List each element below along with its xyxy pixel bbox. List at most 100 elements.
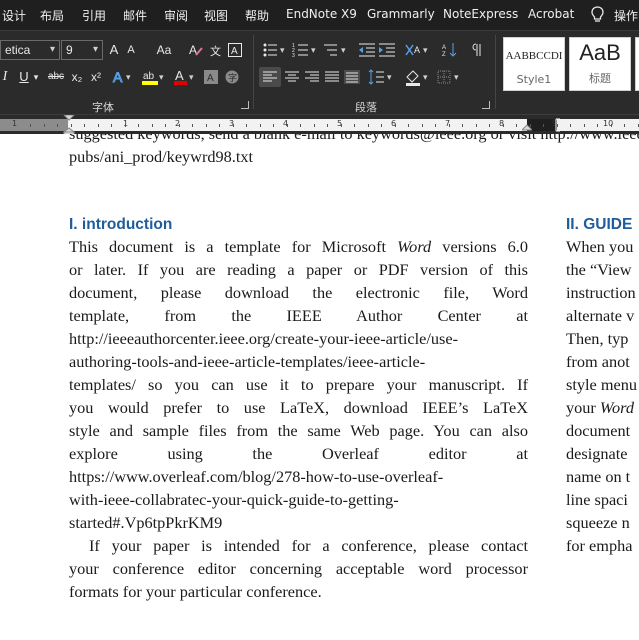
ruler-number: 1 [12,119,18,128]
distributed-icon[interactable] [342,67,362,87]
svg-text:▾: ▾ [280,45,285,55]
paragraph-line: formats for your particular conference. [69,582,322,601]
character-border-icon[interactable]: A [227,40,243,60]
tab-design[interactable]: 设计 [2,7,26,24]
asian-layout-icon[interactable]: A ▾ [404,40,432,60]
svg-text:▾: ▾ [423,45,428,55]
ruler-tick [111,124,112,127]
character-shading-icon[interactable]: A [203,67,219,87]
tab-noteexpress[interactable]: NoteExpress [443,7,518,21]
align-left-icon[interactable] [259,67,281,87]
paragraph-line: document [566,421,631,440]
indent-marker-icon[interactable] [63,115,75,135]
ruler-tick [286,124,288,127]
tab-acrobat[interactable]: Acrobat [528,7,574,21]
svg-text:A: A [414,45,420,55]
tab-grammarly[interactable]: Grammarly [367,7,435,21]
font-dialog-launcher-icon[interactable] [241,101,249,109]
ruler-tick [259,124,261,127]
style-style1[interactable]: AABBCCDI Style1 [503,37,565,91]
align-center-icon[interactable] [282,67,302,87]
borders-icon[interactable]: ▾ [436,67,464,87]
ruler-tick [637,124,639,127]
tab-layout[interactable]: 布局 [40,7,64,24]
subscript-button[interactable]: x₂ [68,67,86,87]
font-color-icon[interactable]: A ▾ [172,67,198,87]
chevron-down-icon: ▾ [92,44,98,55]
document-page[interactable]: suggested keywords, send a blank e-mail … [0,134,639,640]
paragraph-line: suggested keywords, send a blank e-mail … [69,134,639,145]
style-sample: AaB [579,40,621,65]
chevron-down-icon: ▾ [49,44,55,55]
underline-dropdown-icon[interactable]: ▾ [31,67,41,87]
ruler-tick [165,124,166,127]
paragraph-line: from anot [566,352,630,371]
paragraph-line: If your paper is intended for a conferen… [89,536,528,555]
line-spacing-icon[interactable]: ▾ [368,67,396,87]
paragraph-line: you would prefer to use LaTeX, download … [69,398,528,417]
font-size-select[interactable]: 9 ▾ [61,40,103,60]
bullets-icon[interactable]: ▾ [262,40,288,60]
paragraph-line: https://www.overleaf.com/blog/278-how-to… [69,467,444,486]
style-heading[interactable]: AaB 标题 [569,37,631,91]
ruler-tick [219,124,220,127]
paragraph-line: squeeze n [566,513,630,532]
ruler-tick [543,124,544,127]
paragraph-line: style menu [566,375,637,394]
paragraph-line: authoring-tools-and-ieee-article-templat… [69,352,426,371]
tab-endnote[interactable]: EndNote X9 [286,7,357,21]
svg-text:▾: ▾ [311,45,316,55]
show-marks-icon[interactable] [468,40,486,60]
column-marker-icon[interactable] [555,118,563,132]
tab-review[interactable]: 审阅 [164,7,188,24]
tab-view[interactable]: 视图 [204,7,228,24]
strikethrough-button[interactable]: abc [45,67,67,87]
change-case-button[interactable]: Aa [150,40,178,60]
tab-help[interactable]: 帮助 [245,7,269,24]
horizontal-ruler[interactable]: 1 1 2 3 4 5 6 7 8 9 10 [0,114,639,135]
tab-references[interactable]: 引用 [82,7,106,24]
clear-formatting-icon[interactable]: A [187,40,205,60]
numbering-icon[interactable]: 1 2 3 ▾ [292,40,320,60]
superscript-button[interactable]: x² [87,67,105,87]
align-right-icon[interactable] [302,67,322,87]
paragraph-dialog-launcher-icon[interactable] [482,101,490,109]
enclose-characters-icon[interactable]: 字 [223,67,241,87]
paragraph-line: or later. If you are reading a paper or … [69,260,528,279]
tab-mailings[interactable]: 邮件 [123,7,147,24]
paragraph-line: This document is a template for Microsof… [69,237,529,256]
svg-text:3: 3 [292,53,295,59]
phonetic-guide-icon[interactable]: 文 [207,40,225,60]
decrease-indent-icon[interactable] [358,40,376,60]
paragraph-line: for empha [566,536,633,555]
paragraph-line: explore using the Overleaf editor at [69,444,528,463]
italic-button[interactable]: I [0,67,10,87]
style-next[interactable] [635,37,639,91]
font-name-select[interactable]: etica ▾ [0,40,60,60]
underline-button[interactable]: U [18,67,30,87]
svg-text:A: A [207,73,214,84]
sort-icon[interactable]: AZ [441,40,459,60]
multilevel-list-icon[interactable]: ▾ [323,40,351,60]
grow-font-button[interactable]: A [107,40,121,60]
increase-indent-icon[interactable] [378,40,396,60]
ruler-tick [57,124,58,127]
svg-text:ab: ab [143,71,155,82]
ruler-tick [381,124,382,127]
ruler-tick [394,124,396,127]
shading-icon[interactable]: ▾ [404,67,432,87]
ruler-tick [624,124,625,127]
ruler-tick [583,124,585,127]
highlight-color-icon[interactable]: ab ▾ [140,67,168,87]
tell-me-label[interactable]: 操作 [614,7,638,24]
styles-gallery: AABBCCDI Style1 AaB 标题 [500,35,639,95]
style-name: 标题 [589,72,611,85]
ruler-tick [597,124,598,127]
lightbulb-icon[interactable] [591,6,604,24]
text-effects-icon[interactable]: A ▾ [112,67,134,87]
shrink-font-button[interactable]: A [124,40,138,60]
section-heading: I. introduction [69,216,173,233]
svg-text:▾: ▾ [454,72,459,82]
ruler-tick [192,124,193,127]
justify-icon[interactable] [322,67,342,87]
